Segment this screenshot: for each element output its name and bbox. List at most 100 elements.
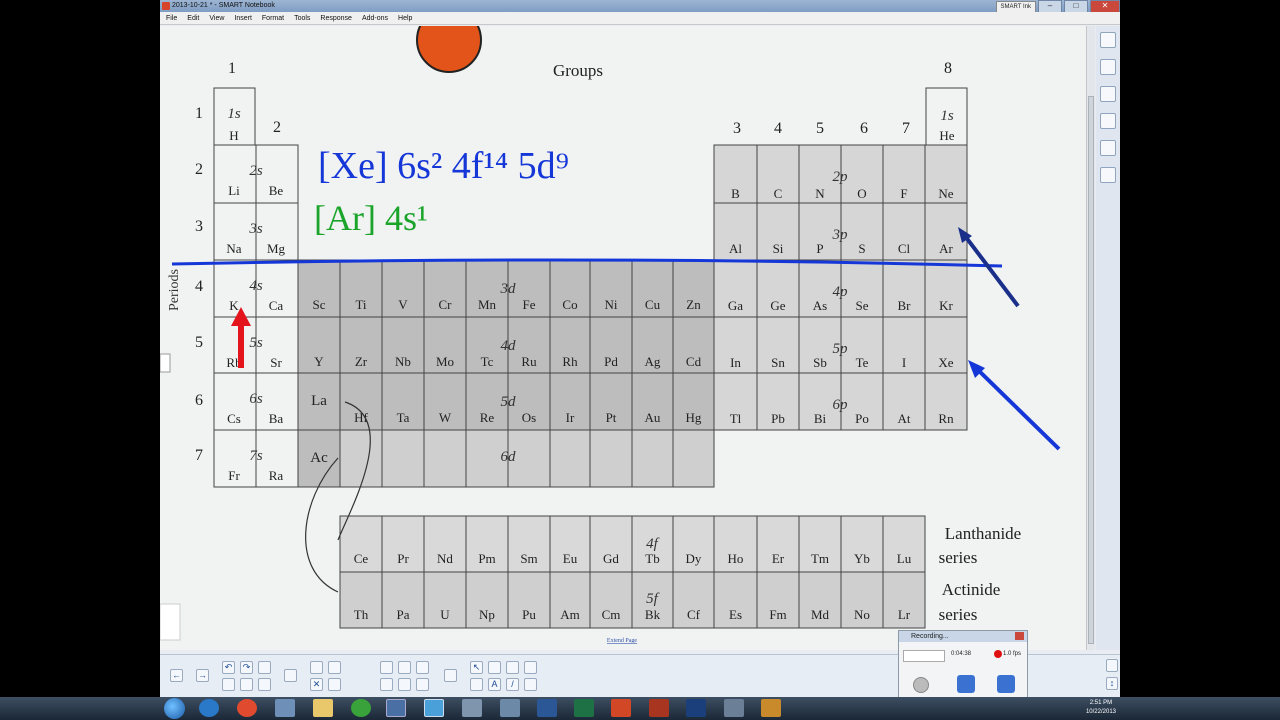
delete-button[interactable] [240,678,253,691]
eraser-tool-button[interactable] [506,661,519,674]
element-symbol: Al [729,241,742,256]
shapes-tool-button[interactable] [524,661,537,674]
taskbar-app2-icon[interactable] [351,699,371,717]
addons-tab[interactable] [1100,140,1116,156]
menu-help[interactable]: Help [398,12,412,24]
vertical-scrollbar[interactable] [1086,26,1095,650]
block-label: 6d [501,449,517,465]
taskbar-ie-icon[interactable] [199,699,219,717]
taskbar-chrome-icon[interactable] [237,699,257,717]
lock-button[interactable] [444,669,457,682]
element-symbol: Y [314,354,324,369]
element-symbol: Co [562,297,577,312]
element-symbol: Eu [563,551,578,566]
taskbar-powerpoint-icon[interactable] [611,699,631,717]
taskbar-folder-icon[interactable] [313,699,333,717]
taskbar-app3-icon[interactable] [500,699,520,717]
element-symbol: Rn [938,411,954,426]
menu-insert[interactable]: Insert [234,12,252,24]
taskbar-app4-icon[interactable] [724,699,744,717]
taskbar-excel-icon[interactable] [574,699,594,717]
element-symbol: Hg [686,410,702,425]
toolbar-move-button[interactable]: ↕ [1106,677,1118,690]
stop-button[interactable] [997,675,1015,693]
element-symbol: Se [856,298,869,313]
paste-button[interactable] [310,661,323,674]
capture-button[interactable] [398,678,411,691]
element-symbol: Ho [728,551,744,566]
redo-button[interactable]: ↷ [240,661,253,674]
extend-page-link[interactable]: Extend Page [607,638,637,644]
menu-edit[interactable]: Edit [187,12,199,24]
element-symbol: F [900,186,907,201]
copy-button[interactable] [328,661,341,674]
cut-button[interactable]: ✕ [310,678,323,691]
toolbar-settings-button[interactable] [1106,659,1118,672]
taskbar-photoshop-icon[interactable] [686,699,706,717]
element-symbol: Cf [687,607,701,622]
menu-file[interactable]: File [166,12,177,24]
group-label: 4 [774,120,782,137]
notebook-page[interactable]: Groups 1 2 3 4 5 6 7 8 Periods 1 2 3 4 5 6 7 1s 2s 3s 4s 5s 6s… [160,26,1086,650]
display-button[interactable] [380,661,393,674]
magic-pen-button[interactable] [524,678,537,691]
taskbar-app5-icon[interactable] [761,699,781,717]
block-label: 1s [940,108,954,124]
taskbar-bridge-icon[interactable] [649,699,669,717]
system-clock[interactable]: 2:51 PM 10/22/2013 [1086,699,1116,717]
element-symbol: Fm [769,607,786,622]
screen-shade-button[interactable] [284,669,297,682]
properties-tab[interactable] [1100,113,1116,129]
crop-button[interactable] [328,678,341,691]
recording-close-button[interactable] [1015,632,1024,640]
attachments-tab[interactable] [1100,86,1116,102]
save-button[interactable] [258,678,271,691]
recording-source-select[interactable] [903,650,945,662]
gallery-tab[interactable] [1100,59,1116,75]
taskbar-app-icon[interactable] [275,699,295,717]
element-symbol: Cu [645,297,661,312]
block-label: 3s [248,221,263,237]
fill-tool-button[interactable] [470,678,483,691]
element-symbol: Zr [355,354,368,369]
scroll-thumb[interactable] [1088,96,1094,644]
element-symbol: Ag [645,354,661,369]
grid-button[interactable] [380,678,393,691]
line-tool-button[interactable]: / [506,678,519,691]
open-button[interactable] [258,661,271,674]
element-symbol: Ne [938,186,953,201]
document-camera-button[interactable] [416,661,429,674]
menu-format[interactable]: Format [262,12,284,24]
menu-response[interactable]: Response [320,12,352,24]
taskbar-word-icon[interactable] [537,699,557,717]
block-label: 7s [249,448,263,464]
record-button[interactable] [913,677,929,693]
clock-date: 10/22/2013 [1085,709,1116,715]
pen-tool-button[interactable] [488,661,501,674]
element-symbol: Pd [604,354,618,369]
pause-button[interactable] [957,675,975,693]
table-button[interactable] [398,661,411,674]
response-tab[interactable] [1100,167,1116,183]
next-page-button[interactable]: → [196,669,209,682]
taskbar-messenger-icon[interactable] [386,699,406,717]
element-symbol: Ca [269,298,284,313]
lanthanide-label: series [939,548,978,567]
menu-addons[interactable]: Add-ons [362,12,388,24]
group-label: 3 [733,120,741,137]
menu-tools[interactable]: Tools [294,12,310,24]
text-tool-button[interactable]: A [488,678,501,691]
screen-capture-button[interactable] [416,678,429,691]
element-symbol: Nb [395,354,411,369]
menu-view[interactable]: View [209,12,224,24]
previous-page-button[interactable]: ← [170,669,183,682]
recording-indicator-icon [994,650,1002,658]
undo-button[interactable]: ↶ [222,661,235,674]
taskbar-camera-icon[interactable] [462,699,482,717]
start-button[interactable] [164,698,185,719]
taskbar-notebook-icon[interactable] [424,699,444,717]
period-label: 1 [195,105,203,122]
select-tool-button[interactable]: ↖ [470,661,483,674]
page-sorter-tab[interactable] [1100,32,1116,48]
insert-button[interactable] [222,678,235,691]
